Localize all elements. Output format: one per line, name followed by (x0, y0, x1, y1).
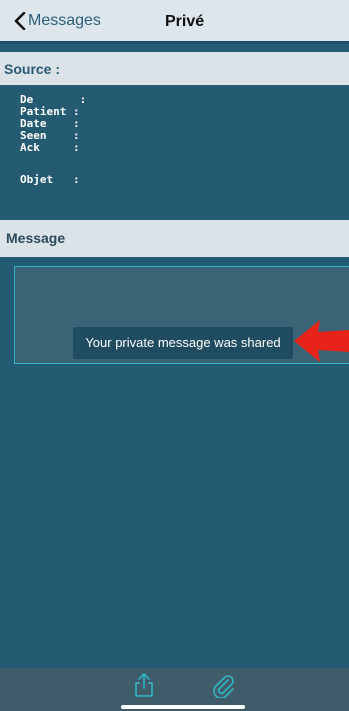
toast-notification: Your private message was shared (73, 327, 293, 359)
field-object: Objet : (20, 173, 80, 186)
paperclip-icon (213, 675, 234, 699)
back-button-label: Messages (28, 12, 101, 29)
home-indicator (121, 705, 245, 709)
back-button[interactable]: Messages (14, 12, 101, 30)
source-header: Source : (0, 52, 349, 85)
share-button[interactable] (133, 672, 155, 703)
attach-button[interactable] (210, 672, 236, 703)
red-arrow-icon (294, 320, 349, 362)
page-title: Privé (165, 13, 205, 30)
navigation-bar: Messages Privé (0, 0, 349, 44)
chevron-left-icon (14, 12, 26, 30)
message-fields: De : Patient : Date : Seen : Ack : Objet… (20, 94, 86, 186)
field-ack: Ack : (20, 141, 80, 154)
message-header: Message (0, 220, 349, 257)
share-icon (135, 673, 153, 697)
